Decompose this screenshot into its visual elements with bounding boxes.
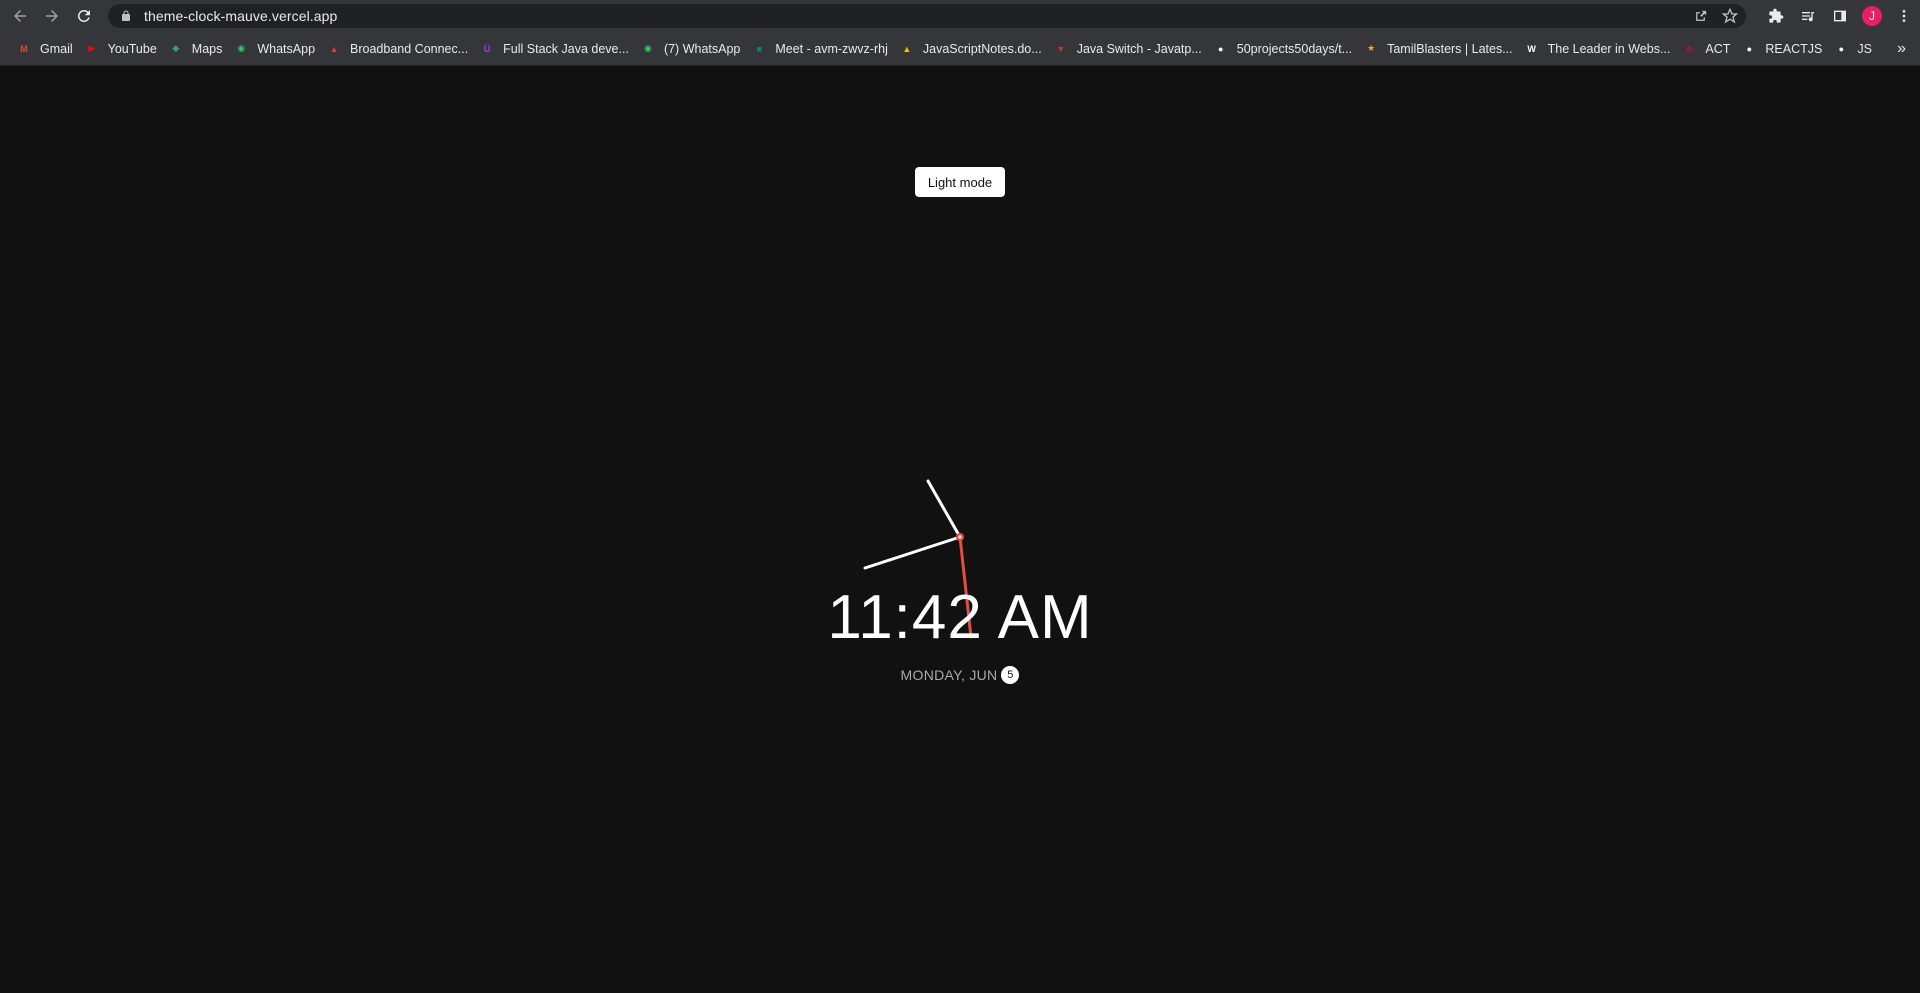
bookmark-label: Full Stack Java deve... — [503, 41, 629, 56]
youtube-icon: ▶ — [88, 43, 96, 53]
wix-icon: W — [1527, 43, 1536, 54]
forward-button[interactable] — [36, 0, 68, 32]
bookmarks-overflow-button[interactable]: » — [1897, 32, 1906, 66]
url-text: theme-clock-mauve.vercel.app — [144, 8, 338, 24]
bookmark-label: ACT — [1705, 41, 1731, 56]
bookmark-item[interactable]: ▲ Broadband Connec... — [322, 35, 475, 63]
side-panel-icon — [1834, 10, 1846, 22]
bookmark-item[interactable]: ▼ Java Switch - Javatp... — [1049, 35, 1209, 63]
broadband-icon: ▲ — [329, 43, 339, 54]
bookmark-item[interactable]: A ACT — [1677, 35, 1737, 63]
bookmarks-bar: M Gmail ▶ YouTube ◆ Maps ◉ WhatsApp ▲ Broadband C… — [0, 32, 1920, 66]
meet-icon: ■ — [756, 43, 763, 54]
page-content: Light mode 11:42 AM MONDAY, JUN 5 — [0, 67, 1920, 993]
reload-icon — [77, 9, 90, 22]
puzzle-icon — [1769, 8, 1784, 23]
github-icon: ● — [1746, 43, 1753, 54]
bookmark-label: YouTube — [107, 41, 157, 56]
menu-button[interactable] — [1888, 0, 1920, 32]
arrow-right-icon — [46, 10, 58, 22]
bookmark-item[interactable]: ▶ YouTube — [80, 35, 164, 63]
playlist-icon — [1802, 12, 1814, 22]
bookmark-label: Gmail — [40, 41, 73, 56]
udemy-icon: Ü — [483, 43, 491, 54]
drive-icon: ▲ — [902, 43, 912, 54]
side-panel-button[interactable] — [1824, 0, 1856, 32]
reload-button[interactable] — [68, 0, 100, 32]
bookmark-star-icon[interactable] — [1722, 8, 1738, 24]
profile-button[interactable]: J — [1856, 0, 1888, 32]
bookmark-label: 50projects50days/t... — [1236, 41, 1353, 56]
date-text: MONDAY, JUN — [900, 667, 998, 683]
extensions-button[interactable] — [1760, 0, 1792, 32]
address-bar[interactable]: theme-clock-mauve.vercel.app — [108, 4, 1746, 28]
bookmark-item[interactable]: ● 50projects50days/t... — [1209, 35, 1359, 63]
avatar: J — [1862, 6, 1882, 26]
bookmark-item[interactable]: ◆ Maps — [164, 35, 230, 63]
bookmark-label: Broadband Connec... — [350, 41, 469, 56]
bookmark-item[interactable]: ◉ (7) WhatsApp — [636, 35, 747, 63]
whatsapp-icon: ◉ — [644, 43, 652, 53]
bookmark-item[interactable]: ● REACTJS — [1737, 35, 1829, 63]
browser-toolbar: theme-clock-mauve.vercel.app J — [0, 0, 1920, 32]
bookmark-item[interactable]: ● JS — [1829, 35, 1879, 63]
bookmark-label: Meet - avm-zwvz-rhj — [775, 41, 888, 56]
bookmark-item[interactable]: ■ Meet - avm-zwvz-rhj — [747, 35, 895, 63]
maps-icon: ◆ — [172, 43, 180, 53]
bookmark-label: (7) WhatsApp — [663, 41, 741, 56]
bookmark-label: Maps — [191, 41, 223, 56]
bookmark-item[interactable]: ▲ JavaScriptNotes.do... — [895, 35, 1049, 63]
github-icon: ● — [1838, 43, 1845, 54]
bookmark-item[interactable]: ★ TamilBlasters | Lates... — [1359, 35, 1520, 63]
bookmark-label: JS — [1857, 41, 1872, 56]
bookmark-item[interactable]: ◉ WhatsApp — [229, 35, 322, 63]
bookmark-label: REACTJS — [1765, 41, 1823, 56]
github-icon: ● — [1218, 43, 1224, 54]
hour-hand — [926, 479, 962, 539]
theme-toggle-button[interactable]: Light mode — [915, 167, 1005, 197]
javatpoint-icon: ▼ — [1056, 43, 1066, 54]
bookmark-label: TamilBlasters | Lates... — [1387, 41, 1513, 56]
tamilblasters-icon: ★ — [1367, 43, 1376, 53]
back-button[interactable] — [4, 0, 36, 32]
bookmark-label: The Leader in Webs... — [1547, 41, 1671, 56]
bookmark-item[interactable]: M Gmail — [12, 35, 80, 63]
kebab-menu-icon — [1902, 10, 1906, 22]
date-display: MONDAY, JUN 5 — [760, 666, 1160, 684]
date-day-badge: 5 — [1001, 666, 1020, 684]
angular-icon: A — [1686, 43, 1693, 54]
gmail-icon: M — [20, 43, 28, 54]
arrow-left-icon — [14, 10, 26, 22]
minute-hand — [863, 535, 962, 570]
reading-list-button[interactable] — [1792, 0, 1824, 32]
digital-time: 11:42 AM — [827, 583, 1093, 652]
bookmark-item[interactable]: Ü Full Stack Java deve... — [475, 35, 636, 63]
share-icon[interactable] — [1692, 8, 1708, 24]
lock-icon — [120, 9, 134, 23]
whatsapp-icon: ◉ — [237, 43, 246, 53]
bookmark-label: JavaScriptNotes.do... — [922, 41, 1042, 56]
bookmark-item[interactable]: W The Leader in Webs... — [1520, 35, 1678, 63]
bookmark-label: WhatsApp — [257, 41, 316, 56]
bookmark-label: Java Switch - Javatp... — [1076, 41, 1202, 56]
